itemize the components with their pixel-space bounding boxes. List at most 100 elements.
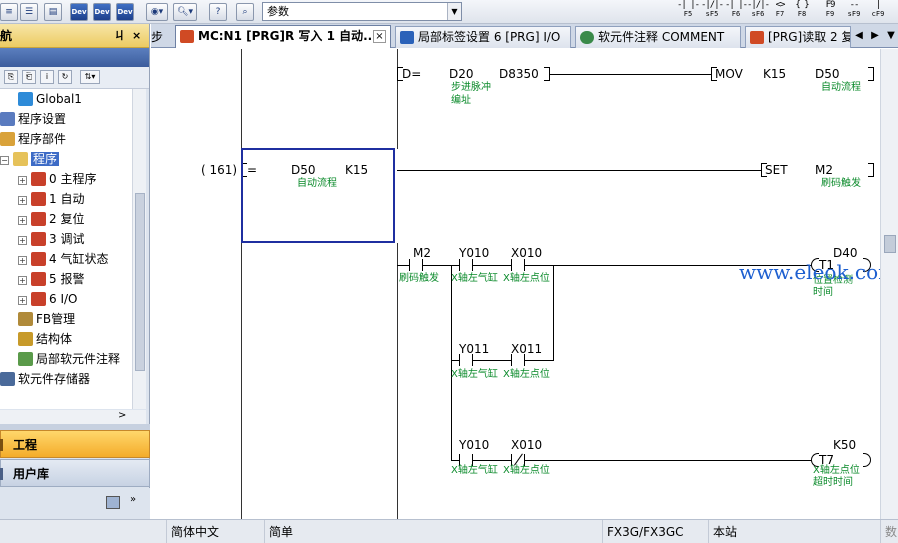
tree-vertical-scrollbar[interactable] [132, 89, 146, 409]
tree-item[interactable]: 局部软元件注释 [18, 349, 120, 369]
rung4-contact-2[interactable]: X010 [511, 438, 542, 452]
rung1-output-instruction[interactable]: MOV [715, 67, 743, 81]
overflow-icon[interactable]: » [130, 494, 136, 505]
scroll-right-icon[interactable]: > [118, 410, 126, 421]
rung3-branch-contact-2[interactable]: X011 [511, 342, 542, 356]
ladder-key-6[interactable]: F9 F9 [818, 1, 842, 23]
tree-item[interactable]: +1 自动 [18, 189, 84, 209]
panel-options-icon[interactable] [106, 496, 120, 509]
project-panel-button[interactable]: 工程 [0, 430, 150, 458]
ladder-key-5[interactable]: { } F8 [790, 1, 814, 23]
tree-item[interactable]: +4 气缸状态 [18, 249, 108, 269]
rung3-contact-1[interactable]: M2 [413, 246, 431, 260]
tree-item[interactable]: +5 报警 [18, 269, 84, 289]
expand-icon[interactable]: + [18, 176, 27, 185]
ladder-key-0[interactable]: -| |- F5 [676, 1, 700, 23]
watermark-text: www.eleok.com [739, 260, 880, 284]
ladder-key-2[interactable]: -| |- F6 [724, 1, 748, 23]
ladder-key-3[interactable]: -|/|- sF6 [746, 1, 770, 23]
status-bar: 简体中文 简单 FX3G/FX3GC 本站 数 [0, 519, 898, 543]
rung4-contact-1[interactable]: Y010 [459, 438, 489, 452]
tree-item[interactable]: FB管理 [18, 309, 75, 329]
rung3-branch-contact-1[interactable]: Y011 [459, 342, 489, 356]
device-icon-1[interactable]: Dev [70, 3, 88, 21]
tab-read-reset[interactable]: [PRG]读取 2 复 [745, 26, 851, 48]
parameter-combo[interactable]: 参数 ▼ [262, 2, 462, 21]
tree-item[interactable]: +3 调试 [18, 229, 84, 249]
ladder-key-7[interactable]: -- sF9 [842, 1, 866, 23]
tab-local-labels[interactable]: 局部标签设置 6 [PRG] I/O [395, 26, 571, 48]
contact-m2[interactable] [409, 259, 423, 271]
find-icon[interactable]: 🔍︎▾ [173, 3, 197, 21]
user-library-panel-button[interactable]: 用户库 [0, 459, 150, 487]
contact-x010[interactable] [511, 259, 525, 271]
rung3-contact-2[interactable]: Y010 [459, 246, 489, 260]
contact-y010[interactable] [459, 259, 473, 271]
collapse-icon[interactable]: − [0, 156, 9, 165]
expand-icon[interactable]: + [18, 296, 27, 305]
ladder-key-label: cF9 [871, 10, 885, 18]
refresh-icon[interactable]: ↻ [58, 70, 72, 84]
editor-cursor[interactable] [241, 148, 395, 243]
rung3-timer-setting[interactable]: D40 [833, 246, 858, 260]
ladder-key-8[interactable]: | cF9 [866, 1, 890, 23]
rung4-timer-setting[interactable]: K50 [833, 438, 856, 452]
rung1-operand-1[interactable]: D20 [449, 67, 474, 81]
tab-scroll-right-icon[interactable]: ▶ [869, 27, 881, 45]
editor-vertical-scrollbar[interactable] [880, 49, 898, 519]
tree-item[interactable]: Global1 [18, 89, 82, 109]
tree-item[interactable]: +6 I/O [18, 289, 77, 309]
tree-item-label: 0 主程序 [49, 172, 97, 186]
paste-icon[interactable]: ⎗ [22, 70, 36, 84]
expand-icon[interactable]: + [18, 216, 27, 225]
tab-ladder-auto-label: MC:N1 [PRG]R 写入 1 自动... [198, 29, 377, 43]
tree-item[interactable]: − 程序 [0, 149, 60, 169]
list-icon[interactable]: ☰ [20, 3, 38, 21]
tree-item[interactable]: 程序部件 [0, 129, 66, 149]
rung1-operand-2[interactable]: D8350 [499, 67, 539, 81]
sort-icon[interactable]: ⇅▾ [80, 70, 100, 84]
close-icon[interactable]: × [132, 24, 141, 48]
expand-icon[interactable]: + [18, 196, 27, 205]
tree-item[interactable]: 软元件存储器 [0, 369, 90, 389]
toolbar: ≡ ☰ ▤ Dev Dev Dev ◉▾ 🔍︎▾ ? ⌕ 参数 ▼ -| |- F… [0, 0, 898, 24]
device-icon-2[interactable]: Dev [93, 3, 111, 21]
tree-scroll-thumb[interactable] [135, 193, 145, 371]
expand-icon[interactable]: + [18, 276, 27, 285]
tab-scroll-left-icon[interactable]: ◀ [853, 27, 865, 45]
ladder-editor[interactable]: D= D20 D8350 步进脉冲 编址 MOV K15 D50 自动流程 ( … [151, 49, 880, 519]
expand-icon[interactable]: + [18, 236, 27, 245]
ladder-key-4[interactable]: <> F7 [768, 1, 792, 23]
rung3-branch-contact-1-comment: X轴左气缸 [451, 369, 498, 380]
help-icon[interactable]: ? [209, 3, 227, 21]
rung1-instruction[interactable]: D= [402, 67, 421, 81]
tree-horizontal-scrollbar[interactable]: > [0, 410, 146, 424]
tree-item[interactable]: +0 主程序 [18, 169, 96, 189]
rung2-output-dest[interactable]: M2 [815, 163, 833, 177]
rung3-contact-3[interactable]: X010 [511, 246, 542, 260]
tab-ladder-auto[interactable]: MC:N1 [PRG]R 写入 1 自动... × [175, 25, 391, 48]
copy-icon[interactable]: ⎘ [4, 70, 18, 84]
toolbar-icon-1[interactable]: ≡ [0, 3, 18, 21]
binoculars-icon[interactable]: ⌕ [236, 3, 254, 21]
tab-list-icon[interactable]: ▼ [885, 27, 897, 45]
ladder-key-1[interactable]: -|/|- sF5 [700, 1, 724, 23]
rung1-output-source[interactable]: K15 [763, 67, 786, 81]
tree-item[interactable]: 结构体 [18, 329, 72, 349]
window-icon[interactable]: ▤ [44, 3, 62, 21]
tab-overflow-left[interactable]: 步 [151, 28, 163, 45]
program-icon [31, 232, 46, 246]
device-icon-3[interactable]: Dev [116, 3, 134, 21]
editor-scroll-thumb[interactable] [884, 235, 896, 253]
tab-close-icon[interactable]: × [373, 30, 386, 43]
chevron-down-icon[interactable]: ▼ [447, 3, 461, 20]
tree-item[interactable]: +2 复位 [18, 209, 84, 229]
tree-item[interactable]: 程序设置 [0, 109, 66, 129]
rung1-output-dest[interactable]: D50 [815, 67, 840, 81]
tab-device-comment[interactable]: 软元件注释 COMMENT [575, 26, 741, 48]
expand-icon[interactable]: + [18, 256, 27, 265]
properties-icon[interactable]: i [40, 70, 54, 84]
rung2-output-instruction[interactable]: SET [765, 163, 788, 177]
monitor-icon[interactable]: ◉▾ [146, 3, 168, 21]
pin-icon[interactable]: ㄐ [114, 24, 125, 48]
